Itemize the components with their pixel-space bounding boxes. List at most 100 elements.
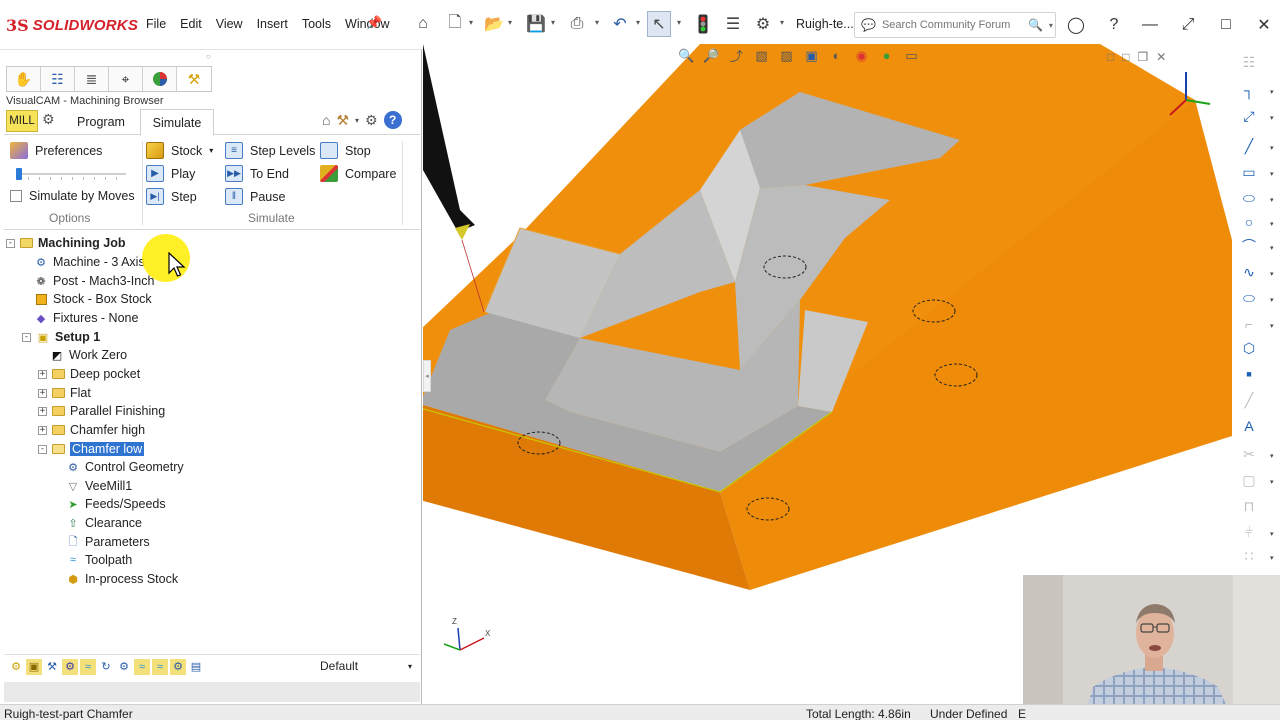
tree-item-work-zero[interactable]: ◩ Work Zero: [50, 346, 127, 364]
tree-item-post[interactable]: ❁ Post - Mach3-Inch: [34, 272, 154, 290]
new-dropdown-icon[interactable]: ▾: [469, 18, 473, 27]
trim-icon[interactable]: ✂: [1238, 444, 1260, 464]
property-manager-tab-icon[interactable]: ☷: [41, 67, 75, 91]
tree-item-control-geometry[interactable]: ⚙ Control Geometry: [66, 458, 184, 476]
circle-dropdown-icon[interactable]: ▾: [1270, 220, 1274, 228]
new-document-icon[interactable]: 🗋: [444, 13, 466, 35]
step-levels-button[interactable]: ≡ Step Levels: [225, 142, 315, 159]
simulation-speed-slider[interactable]: [16, 168, 126, 180]
slot-icon[interactable]: ⬭: [1238, 188, 1260, 208]
status-extra[interactable]: E: [1018, 707, 1026, 720]
fillet-icon[interactable]: ⌐: [1238, 314, 1260, 334]
search-dropdown-icon[interactable]: ▾: [1049, 21, 1053, 30]
dimxpert-tab-icon[interactable]: ⌖: [109, 67, 143, 91]
viewport-tile-icon[interactable]: □: [1107, 50, 1114, 64]
tools-dropdown-icon[interactable]: ▾: [355, 116, 359, 125]
tab-program[interactable]: Program: [62, 109, 140, 135]
tree-item-fixtures[interactable]: ◆ Fixtures - None: [34, 309, 139, 327]
options-dropdown-icon[interactable]: ▾: [780, 18, 784, 27]
machine-setup-icon[interactable]: ⚙: [8, 659, 24, 675]
restore-window-button[interactable]: ⤢: [1173, 10, 1203, 40]
previous-view-icon[interactable]: ⤴: [727, 46, 746, 65]
sketch-icon[interactable]: ☷: [1238, 52, 1260, 72]
appearance-icon[interactable]: ●: [877, 46, 896, 65]
help-circle-icon[interactable]: ?: [383, 111, 402, 129]
tree-item-operation-selected[interactable]: - Chamfer low: [38, 440, 145, 458]
toolpath-display-icon[interactable]: ≈: [152, 658, 168, 675]
pin-icon[interactable]: 📌: [366, 15, 382, 31]
search-box[interactable]: 💬 🔍 ▾: [854, 12, 1056, 38]
convert-dropdown-icon[interactable]: ▾: [1270, 478, 1274, 486]
viewport-close-icon[interactable]: ✕: [1156, 50, 1166, 64]
menu-insert[interactable]: Insert: [257, 17, 288, 31]
tree-item-parameters[interactable]: 🗋 Parameters: [66, 533, 150, 551]
expand-icon[interactable]: +: [38, 369, 47, 379]
menu-view[interactable]: View: [216, 17, 243, 31]
home-icon[interactable]: ⌂: [412, 13, 434, 35]
section-view-icon[interactable]: ▧: [752, 46, 771, 65]
tree-item-tool[interactable]: ▽ VeeMill1: [66, 477, 132, 495]
toolpath-tool-icon[interactable]: ≈: [80, 658, 96, 675]
tree-item-feeds-speeds[interactable]: ➤ Feeds/Speeds: [66, 495, 165, 513]
expand-icon[interactable]: +: [38, 388, 47, 398]
menu-tools[interactable]: Tools: [302, 17, 331, 31]
rectangle-dropdown-icon[interactable]: ▾: [1270, 170, 1274, 178]
close-button[interactable]: ✕: [1249, 10, 1279, 40]
select-arrow-icon[interactable]: ↖: [647, 11, 671, 37]
file-properties-icon[interactable]: ☰: [722, 13, 744, 35]
slider-thumb[interactable]: [16, 168, 22, 180]
tree-item-operation[interactable]: + Deep pocket: [38, 365, 140, 383]
viewport-split-icon[interactable]: □: [1122, 50, 1129, 64]
convert-entities-icon[interactable]: ▢: [1238, 470, 1260, 490]
tree-item-clearance[interactable]: ⇧ Clearance: [66, 514, 142, 532]
mill-machine-icon[interactable]: ⚙: [42, 111, 55, 128]
ellipse-dropdown-icon[interactable]: ▾: [1270, 296, 1274, 304]
print-icon[interactable]: ⎙: [566, 13, 588, 35]
offset-entities-icon[interactable]: ⊓: [1238, 496, 1260, 516]
collapse-icon[interactable]: -: [38, 444, 47, 454]
options-gear-icon[interactable]: ⚙: [752, 13, 774, 35]
smart-dimension-icon[interactable]: ┐: [1238, 80, 1260, 100]
smart-dimension-alt-icon[interactable]: ⤢: [1238, 106, 1260, 126]
search-icon[interactable]: 🔍: [1028, 18, 1043, 32]
generate-icon[interactable]: ↻: [98, 659, 114, 675]
tool-library-icon[interactable]: ⚒: [44, 659, 60, 675]
zoom-to-area-icon[interactable]: 🔎: [702, 46, 721, 65]
status-definition-state[interactable]: Under Defined: [930, 707, 1007, 720]
configuration-manager-tab-icon[interactable]: ≣: [75, 67, 109, 91]
menu-edit[interactable]: Edit: [180, 17, 202, 31]
collapse-icon[interactable]: -: [6, 238, 15, 248]
dimension-dropdown-icon[interactable]: ▾: [1270, 88, 1274, 96]
feature-tree-tab-icon[interactable]: ✋: [7, 67, 41, 91]
expand-icon[interactable]: +: [38, 425, 47, 435]
simulate-by-moves-checkbox[interactable]: Simulate by Moves: [10, 189, 135, 203]
linear-pattern-icon[interactable]: ∷: [1238, 546, 1260, 566]
configuration-select[interactable]: Default ▾: [316, 656, 416, 676]
stock-button[interactable]: Stock ▾: [146, 142, 213, 159]
save-icon[interactable]: 💾: [525, 13, 547, 35]
panel-drag-handle-icon[interactable]: ○: [206, 52, 211, 61]
pause-button[interactable]: ‖ Pause: [225, 188, 285, 205]
collapse-ribbon-icon[interactable]: ⌂: [322, 112, 330, 128]
dynamic-annotation-icon[interactable]: ▨: [777, 46, 796, 65]
line-icon[interactable]: ╱: [1238, 136, 1260, 156]
undo-dropdown-icon[interactable]: ▾: [636, 18, 640, 27]
arc-dropdown-icon[interactable]: ▾: [1270, 244, 1274, 252]
hide-show-items-icon[interactable]: ◉: [852, 46, 871, 65]
tree-item-machine[interactable]: ⚙ Machine - 3 Axis: [34, 253, 145, 271]
circle-icon[interactable]: ○: [1238, 212, 1260, 232]
visualcam-tab-icon[interactable]: ⚒: [177, 67, 211, 91]
undo-icon[interactable]: ↶: [609, 13, 631, 35]
line-dropdown-icon[interactable]: ▾: [1270, 144, 1274, 152]
preferences-button[interactable]: Preferences: [10, 142, 102, 159]
select-dropdown-icon[interactable]: ▾: [677, 18, 681, 27]
feeds-tool-icon[interactable]: ⚙: [62, 658, 78, 675]
dimension-alt-dropdown-icon[interactable]: ▾: [1270, 114, 1274, 122]
mirror-icon[interactable]: ⫩: [1238, 522, 1260, 542]
arc-icon[interactable]: ⌒: [1238, 236, 1260, 256]
zoom-to-fit-icon[interactable]: 🔍: [677, 46, 696, 65]
settings-gear-icon[interactable]: ⚙: [365, 112, 378, 129]
stop-button[interactable]: Stop: [320, 142, 371, 159]
tree-item-in-process-stock[interactable]: ⬢ In-process Stock: [66, 570, 178, 588]
print-dropdown-icon[interactable]: ▾: [595, 18, 599, 27]
